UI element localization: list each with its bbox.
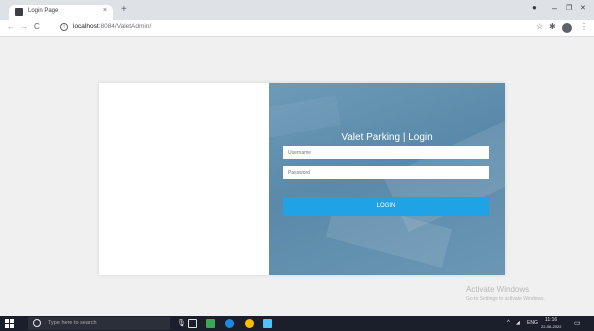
forward-button[interactable]: → bbox=[20, 23, 28, 31]
windows-start-icon[interactable] bbox=[5, 319, 14, 328]
back-button[interactable]: ← bbox=[7, 23, 15, 31]
url-text: localhost:8084/ValetAdmin/ bbox=[73, 23, 152, 30]
page-viewport: Valet Parking | Login LOGIN Activate Win… bbox=[0, 38, 594, 316]
extensions-icon[interactable]: ✱ bbox=[549, 23, 556, 31]
tray-chevron-icon[interactable]: ^ bbox=[507, 320, 510, 326]
login-title: Valet Parking | Login bbox=[341, 132, 433, 143]
browser-tabstrip: Login Page × + ● – ❐ ✕ bbox=[0, 0, 594, 20]
task-view-icon[interactable] bbox=[188, 319, 197, 328]
chrome-browser-icon[interactable] bbox=[245, 319, 254, 328]
login-card-right-panel: Valet Parking | Login LOGIN bbox=[269, 83, 505, 275]
minimize-button[interactable]: – bbox=[552, 4, 557, 13]
network-icon[interactable]: ◢ bbox=[516, 320, 520, 326]
profile-avatar[interactable] bbox=[562, 23, 572, 33]
watermark-title: Activate Windows bbox=[466, 285, 530, 294]
activate-windows-watermark: Activate Windows Go to Settings to activ… bbox=[466, 285, 545, 302]
keyboard-language[interactable]: ENG bbox=[527, 320, 538, 326]
tab-title: Login Page bbox=[28, 8, 59, 14]
taskbar-search-placeholder: Type here to search bbox=[48, 320, 97, 326]
reload-button[interactable]: C bbox=[34, 23, 40, 31]
clock-date[interactable]: 22-06-2022 bbox=[541, 324, 561, 329]
notification-icon[interactable]: ▭ bbox=[574, 319, 581, 327]
photos-app-icon[interactable] bbox=[206, 319, 215, 328]
bookmark-star-icon[interactable]: ☆ bbox=[536, 23, 543, 31]
app-icon[interactable] bbox=[263, 319, 272, 328]
microphone-icon[interactable]: 🎙 bbox=[177, 319, 186, 327]
search-icon bbox=[33, 319, 41, 327]
clock-time[interactable]: 11:16 bbox=[545, 317, 557, 323]
login-card-left-panel bbox=[99, 83, 269, 275]
new-tab-button[interactable]: + bbox=[121, 5, 127, 15]
login-card: Valet Parking | Login LOGIN bbox=[99, 83, 505, 275]
restore-button[interactable]: ❐ bbox=[566, 5, 572, 12]
site-info-icon[interactable]: i bbox=[60, 23, 68, 31]
password-input[interactable] bbox=[283, 166, 489, 179]
edge-browser-icon[interactable] bbox=[225, 319, 234, 328]
page-favicon-icon bbox=[15, 8, 23, 16]
browser-toolbar: ← → C i localhost:8084/ValetAdmin/ ☆ ✱ ⋮ bbox=[0, 20, 594, 37]
username-input[interactable] bbox=[283, 146, 489, 159]
browser-tab[interactable]: Login Page × bbox=[9, 5, 113, 20]
browser-menu-icon[interactable]: ⋮ bbox=[580, 23, 588, 31]
address-bar[interactable]: i localhost:8084/ValetAdmin/ bbox=[56, 22, 536, 34]
login-button[interactable]: LOGIN bbox=[283, 197, 489, 216]
windows-taskbar: Type here to search 🎙 ^ ◢ ENG 11:16 22-0… bbox=[0, 316, 594, 331]
chrome-account-icon[interactable]: ● bbox=[532, 4, 537, 12]
tab-close-icon[interactable]: × bbox=[103, 7, 107, 14]
close-window-button[interactable]: ✕ bbox=[580, 5, 586, 12]
watermark-subtitle: Go to Settings to activate Windows. bbox=[466, 296, 545, 302]
taskbar-search-box[interactable]: Type here to search bbox=[28, 317, 170, 330]
